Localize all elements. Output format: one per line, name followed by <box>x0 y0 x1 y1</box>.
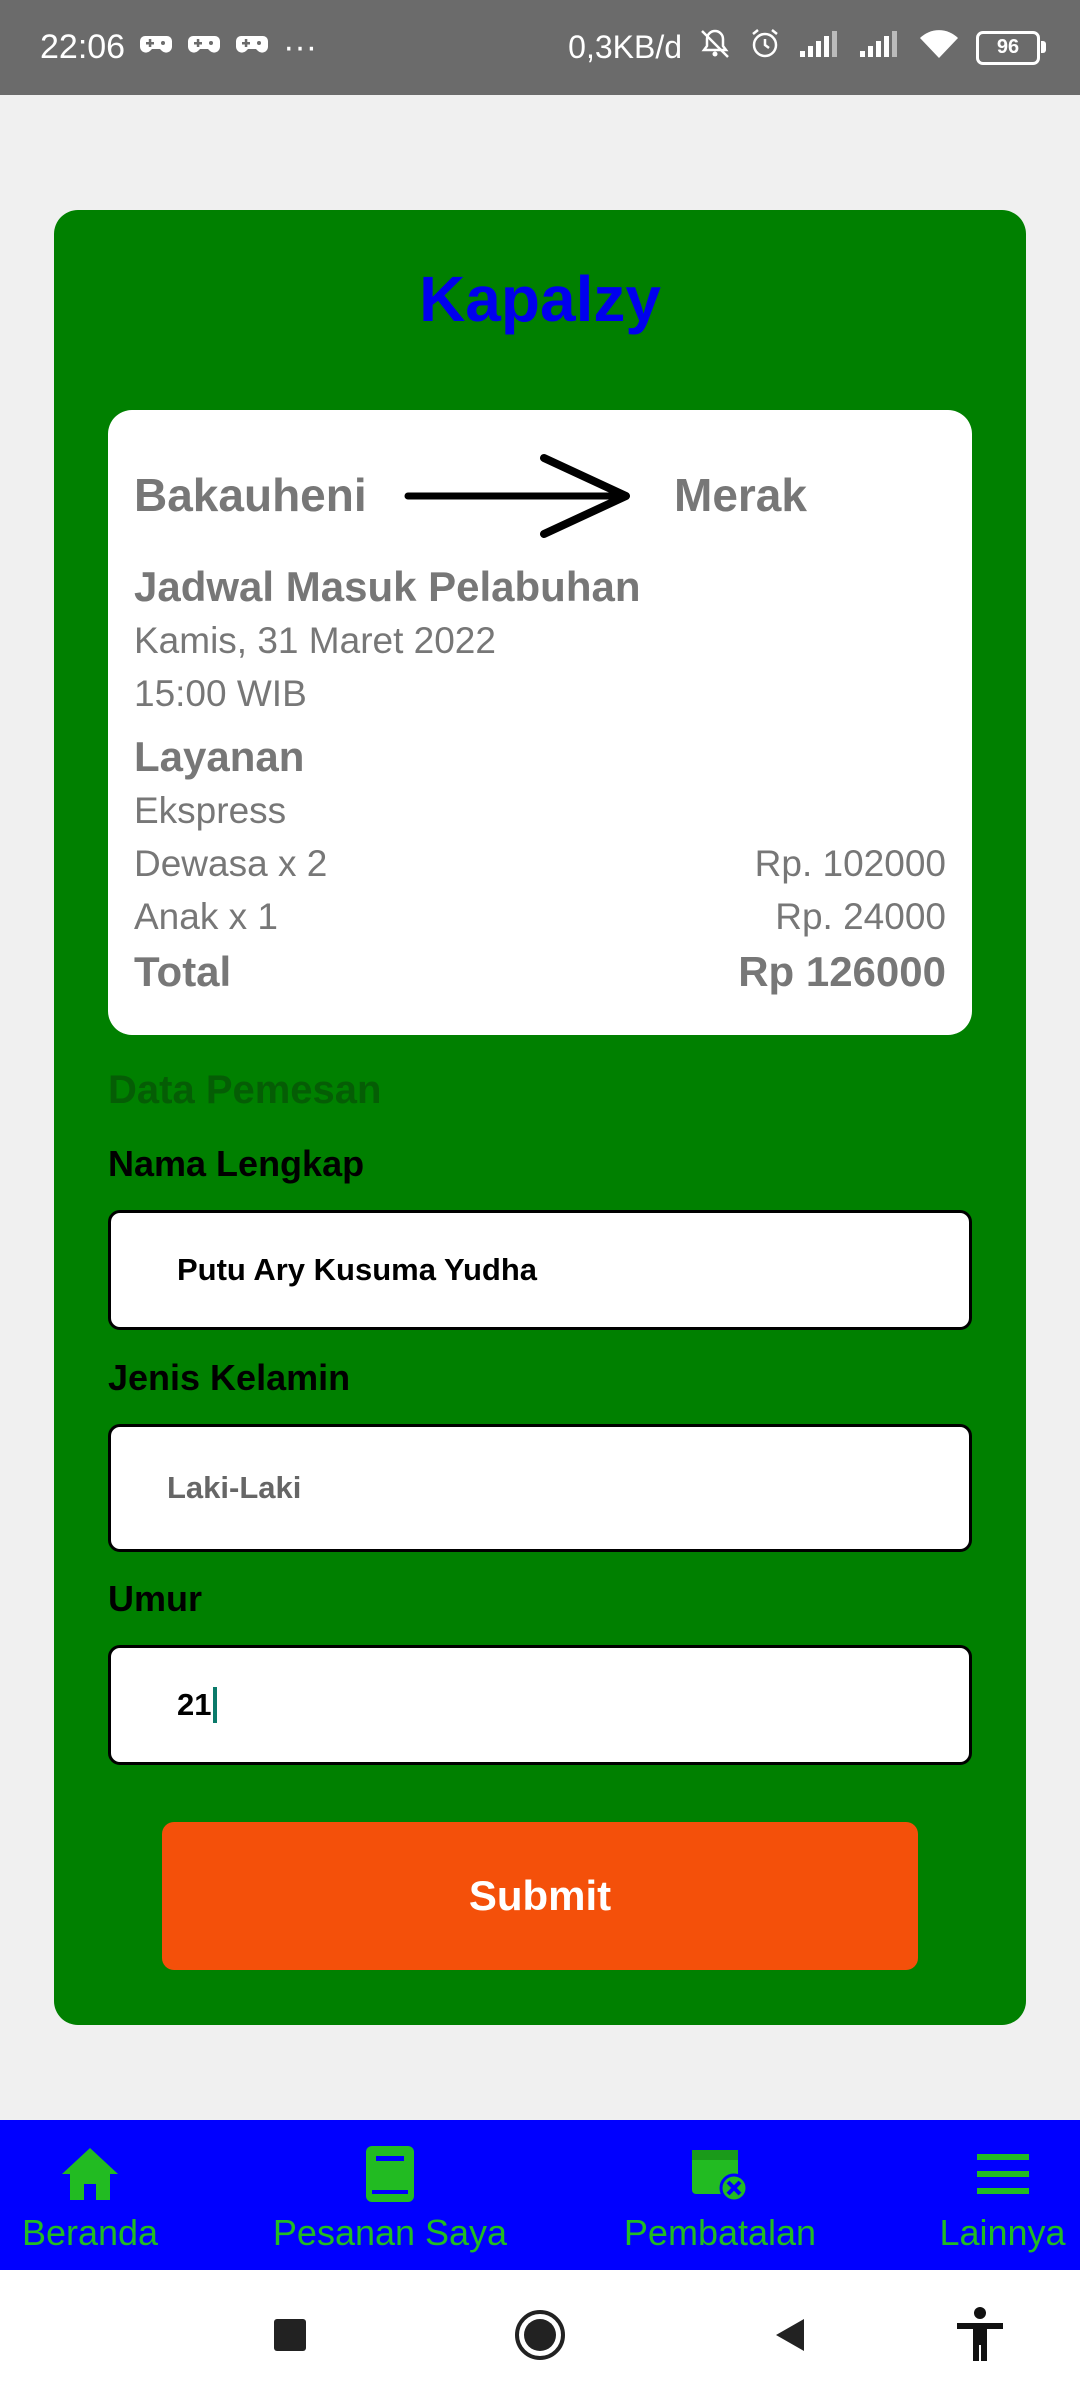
more-notifications-icon: ··· <box>283 28 318 66</box>
full-name-value: Putu Ary Kusuma Yudha <box>177 1252 538 1287</box>
child-count: Anak x 1 <box>134 896 278 937</box>
route: Bakauheni Merak <box>134 440 946 550</box>
accessibility-button[interactable] <box>940 2270 1020 2400</box>
status-time: 22:06 <box>40 28 126 66</box>
app-brand-title: Kapalzy <box>419 263 661 335</box>
gender-select[interactable]: Laki-Laki <box>108 1424 972 1552</box>
accessibility-icon <box>957 2307 1003 2361</box>
arrow-right-icon <box>404 450 644 540</box>
alarm-icon <box>748 27 782 69</box>
menu-icon <box>975 2142 1031 2206</box>
age-label: Umur <box>108 1578 203 1619</box>
bottom-nav: Beranda Pesanan Saya Pembatalan Lainnya <box>0 2120 1080 2270</box>
system-nav-bar <box>0 2270 1080 2400</box>
total-row: Total Rp 126000 <box>134 943 946 1001</box>
game-controller-icon <box>235 28 269 67</box>
game-controller-icon <box>139 28 173 67</box>
circle-icon <box>515 2310 565 2360</box>
signal-icon <box>858 29 902 67</box>
nav-label: Pembatalan <box>623 2212 817 2253</box>
name-label: Nama Lengkap <box>108 1143 365 1184</box>
submit-button[interactable]: Submit <box>162 1822 918 1970</box>
child-row: Anak x 1 Rp. 24000 <box>134 890 946 943</box>
gender-label: Jenis Kelamin <box>108 1357 351 1398</box>
origin-port: Bakauheni <box>134 469 367 521</box>
nav-label: Lainnya <box>939 2212 1066 2253</box>
full-name-input[interactable]: Putu Ary Kusuma Yudha <box>108 1210 972 1330</box>
section-title: Data Pemesan <box>108 1068 382 1112</box>
nav-item-pembatalan[interactable]: Pembatalan <box>610 2120 830 2270</box>
service-value: Ekspress <box>134 790 287 831</box>
nav-item-lainnya[interactable]: Lainnya <box>925 2120 1080 2270</box>
mute-bell-icon <box>698 27 732 69</box>
schedule-label: Jadwal Masuk Pelabuhan <box>134 563 641 610</box>
service-label: Layanan <box>134 733 305 780</box>
adult-count: Dewasa x 2 <box>134 843 328 884</box>
total-value: Rp 126000 <box>738 948 946 995</box>
total-label: Total <box>134 948 232 995</box>
schedule-time: 15:00 WIB <box>134 673 307 714</box>
status-bar: 22:06 ··· 0,3KB/d 96 <box>0 0 1080 95</box>
text-caret <box>213 1687 218 1723</box>
wifi-icon <box>918 28 960 68</box>
nav-item-pesanan-saya[interactable]: Pesanan Saya <box>250 2120 530 2270</box>
home-icon <box>58 2142 122 2206</box>
recents-button[interactable] <box>250 2270 330 2400</box>
gender-value: Laki-Laki <box>167 1470 302 1505</box>
adult-price: Rp. 102000 <box>754 843 946 884</box>
child-price: Rp. 24000 <box>775 896 946 937</box>
schedule-date: Kamis, 31 Maret 2022 <box>134 620 496 661</box>
game-controller-icon <box>187 28 221 67</box>
signal-icon <box>798 29 842 67</box>
nav-label: Beranda <box>21 2212 159 2253</box>
destination-port: Merak <box>674 469 807 521</box>
age-input[interactable]: 21 <box>108 1645 972 1765</box>
ticket-summary: Bakauheni Merak Jadwal Masuk Pelabuhan K… <box>108 410 972 1035</box>
back-triangle-icon <box>776 2319 804 2351</box>
square-icon <box>274 2319 306 2351</box>
nav-label: Pesanan Saya <box>272 2212 508 2253</box>
book-icon <box>364 2142 416 2206</box>
nav-item-beranda[interactable]: Beranda <box>0 2120 180 2270</box>
battery-icon: 96 <box>976 30 1046 65</box>
calendar-cancel-icon <box>688 2142 752 2206</box>
data-rate: 0,3KB/d <box>568 29 682 65</box>
adult-row: Dewasa x 2 Rp. 102000 <box>134 837 946 890</box>
age-value: 21 <box>177 1687 212 1722</box>
back-button[interactable] <box>750 2270 830 2400</box>
home-button[interactable] <box>500 2270 580 2400</box>
